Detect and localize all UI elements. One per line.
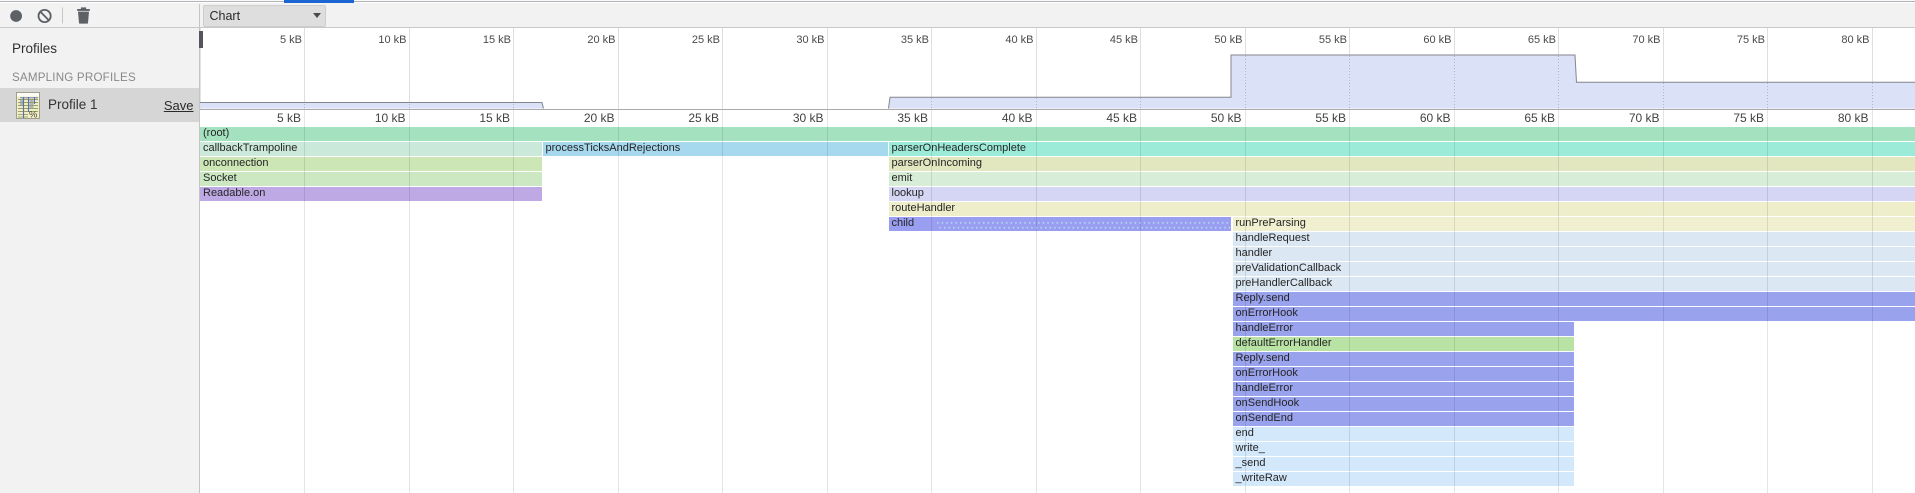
svg-text:%: % <box>29 110 38 120</box>
